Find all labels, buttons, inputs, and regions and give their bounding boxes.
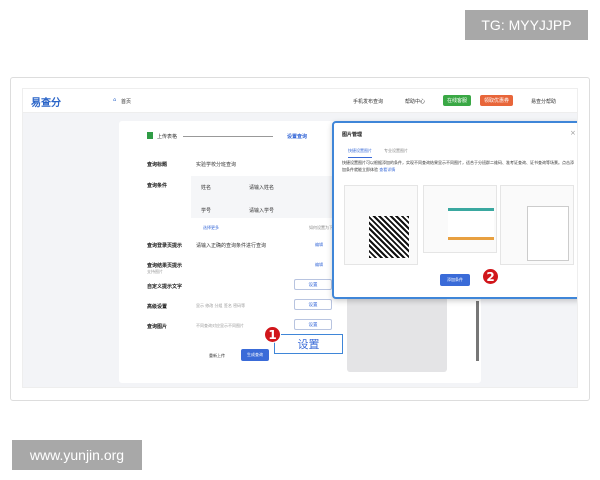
example-qrcode [344,185,418,265]
cond-input[interactable]: 请输入学号 [249,207,274,214]
advanced-desc: 显示 修改 分组 签名 密码等 [196,303,246,308]
advanced-set-button[interactable]: 设置 [294,299,332,310]
edit-link[interactable]: 编辑 [315,262,323,268]
home-icon: ⌂ [113,97,117,103]
modal-title: 图片管理 [342,132,363,138]
promo-button[interactable]: 领取优惠券 [480,95,514,106]
callout-set: 设置 [274,334,343,354]
cond-name: 姓名 [201,185,212,191]
add-condition-button[interactable]: 添加条件 [440,274,470,286]
select-more-link[interactable]: 选择更多 [203,225,219,231]
step-badge-1: 1 [264,326,281,343]
nav-home[interactable]: 首页 [121,98,131,105]
image-set-button[interactable]: 设置 [294,319,332,330]
custom-tip-label: 自定义提示文字 [147,284,183,290]
edit-link[interactable]: 编辑 [315,242,323,248]
result-tip-label: 查询结果页提示 [147,263,183,269]
preview-panel [347,297,447,372]
step-settings: 设置查询 [287,134,308,140]
watermark-top: TG: MYYJJPP [465,10,588,40]
qr-code-icon [369,216,409,258]
step-badge-2: 2 [482,268,499,285]
example-admission [500,185,574,265]
logo[interactable]: 易查分 [31,94,61,109]
example-certificate [423,185,497,253]
scrollbar[interactable] [476,301,479,361]
tab-quick[interactable]: 快捷设置图片 [348,148,372,158]
app-window: 易查分 ⌂ 首页 手机发布查询 帮助中心 在线客服 领取优惠券 易查分帮助 上传… [22,88,578,388]
image-desc: 不同查询对应显示不同图片 [196,323,244,328]
modal-desc: 快捷设置图片可以根据添加的条件，实现不同查询结果显示不同图片，适合于分班群二维码… [342,160,574,172]
login-tip-value: 请输入正确的查询条件进行查询 [196,243,267,249]
cond-input[interactable]: 请输入姓名 [249,184,274,191]
close-icon[interactable]: × [570,129,576,137]
top-nav: 易查分 ⌂ 首页 手机发布查询 帮助中心 在线客服 领取优惠券 易查分帮助 [23,89,577,113]
login-tip-label: 查询登录页提示 [147,243,183,249]
image-label: 查询图片 [147,324,168,330]
cond-label: 查询条件 [147,183,168,189]
title-label: 查询标题 [147,162,168,168]
admission-ticket-image [527,206,569,261]
nav-mobile[interactable]: 手机发布查询 [353,98,383,105]
custom-set-button[interactable]: 设置 [294,279,332,290]
cond-name: 学号 [201,208,212,214]
user-menu[interactable]: 易查分帮助 [531,98,556,105]
advanced-label: 高级设置 [147,304,168,310]
result-tip-sub: 支持图片 [147,269,163,274]
generate-button[interactable]: 生成查询 [241,349,269,361]
certificate-image [448,208,494,240]
reupload-button[interactable]: 重新上传 [209,353,225,359]
online-service-button[interactable]: 在线客服 [443,95,472,106]
details-link[interactable]: 查看详情 [379,167,395,172]
step-upload: 上传表格 [157,134,178,140]
nav-help[interactable]: 帮助中心 [405,98,425,105]
image-manager-modal: 图片管理 × 快捷设置图片 专业设置图片 快捷设置图片可以根据添加的条件，实现不… [332,121,577,299]
watermark-bottom: www.yunjin.org [12,440,142,470]
title-input[interactable]: 实验学校分班查询 [196,161,236,168]
tab-pro[interactable]: 专业设置图片 [384,148,408,154]
excel-icon [147,132,153,139]
